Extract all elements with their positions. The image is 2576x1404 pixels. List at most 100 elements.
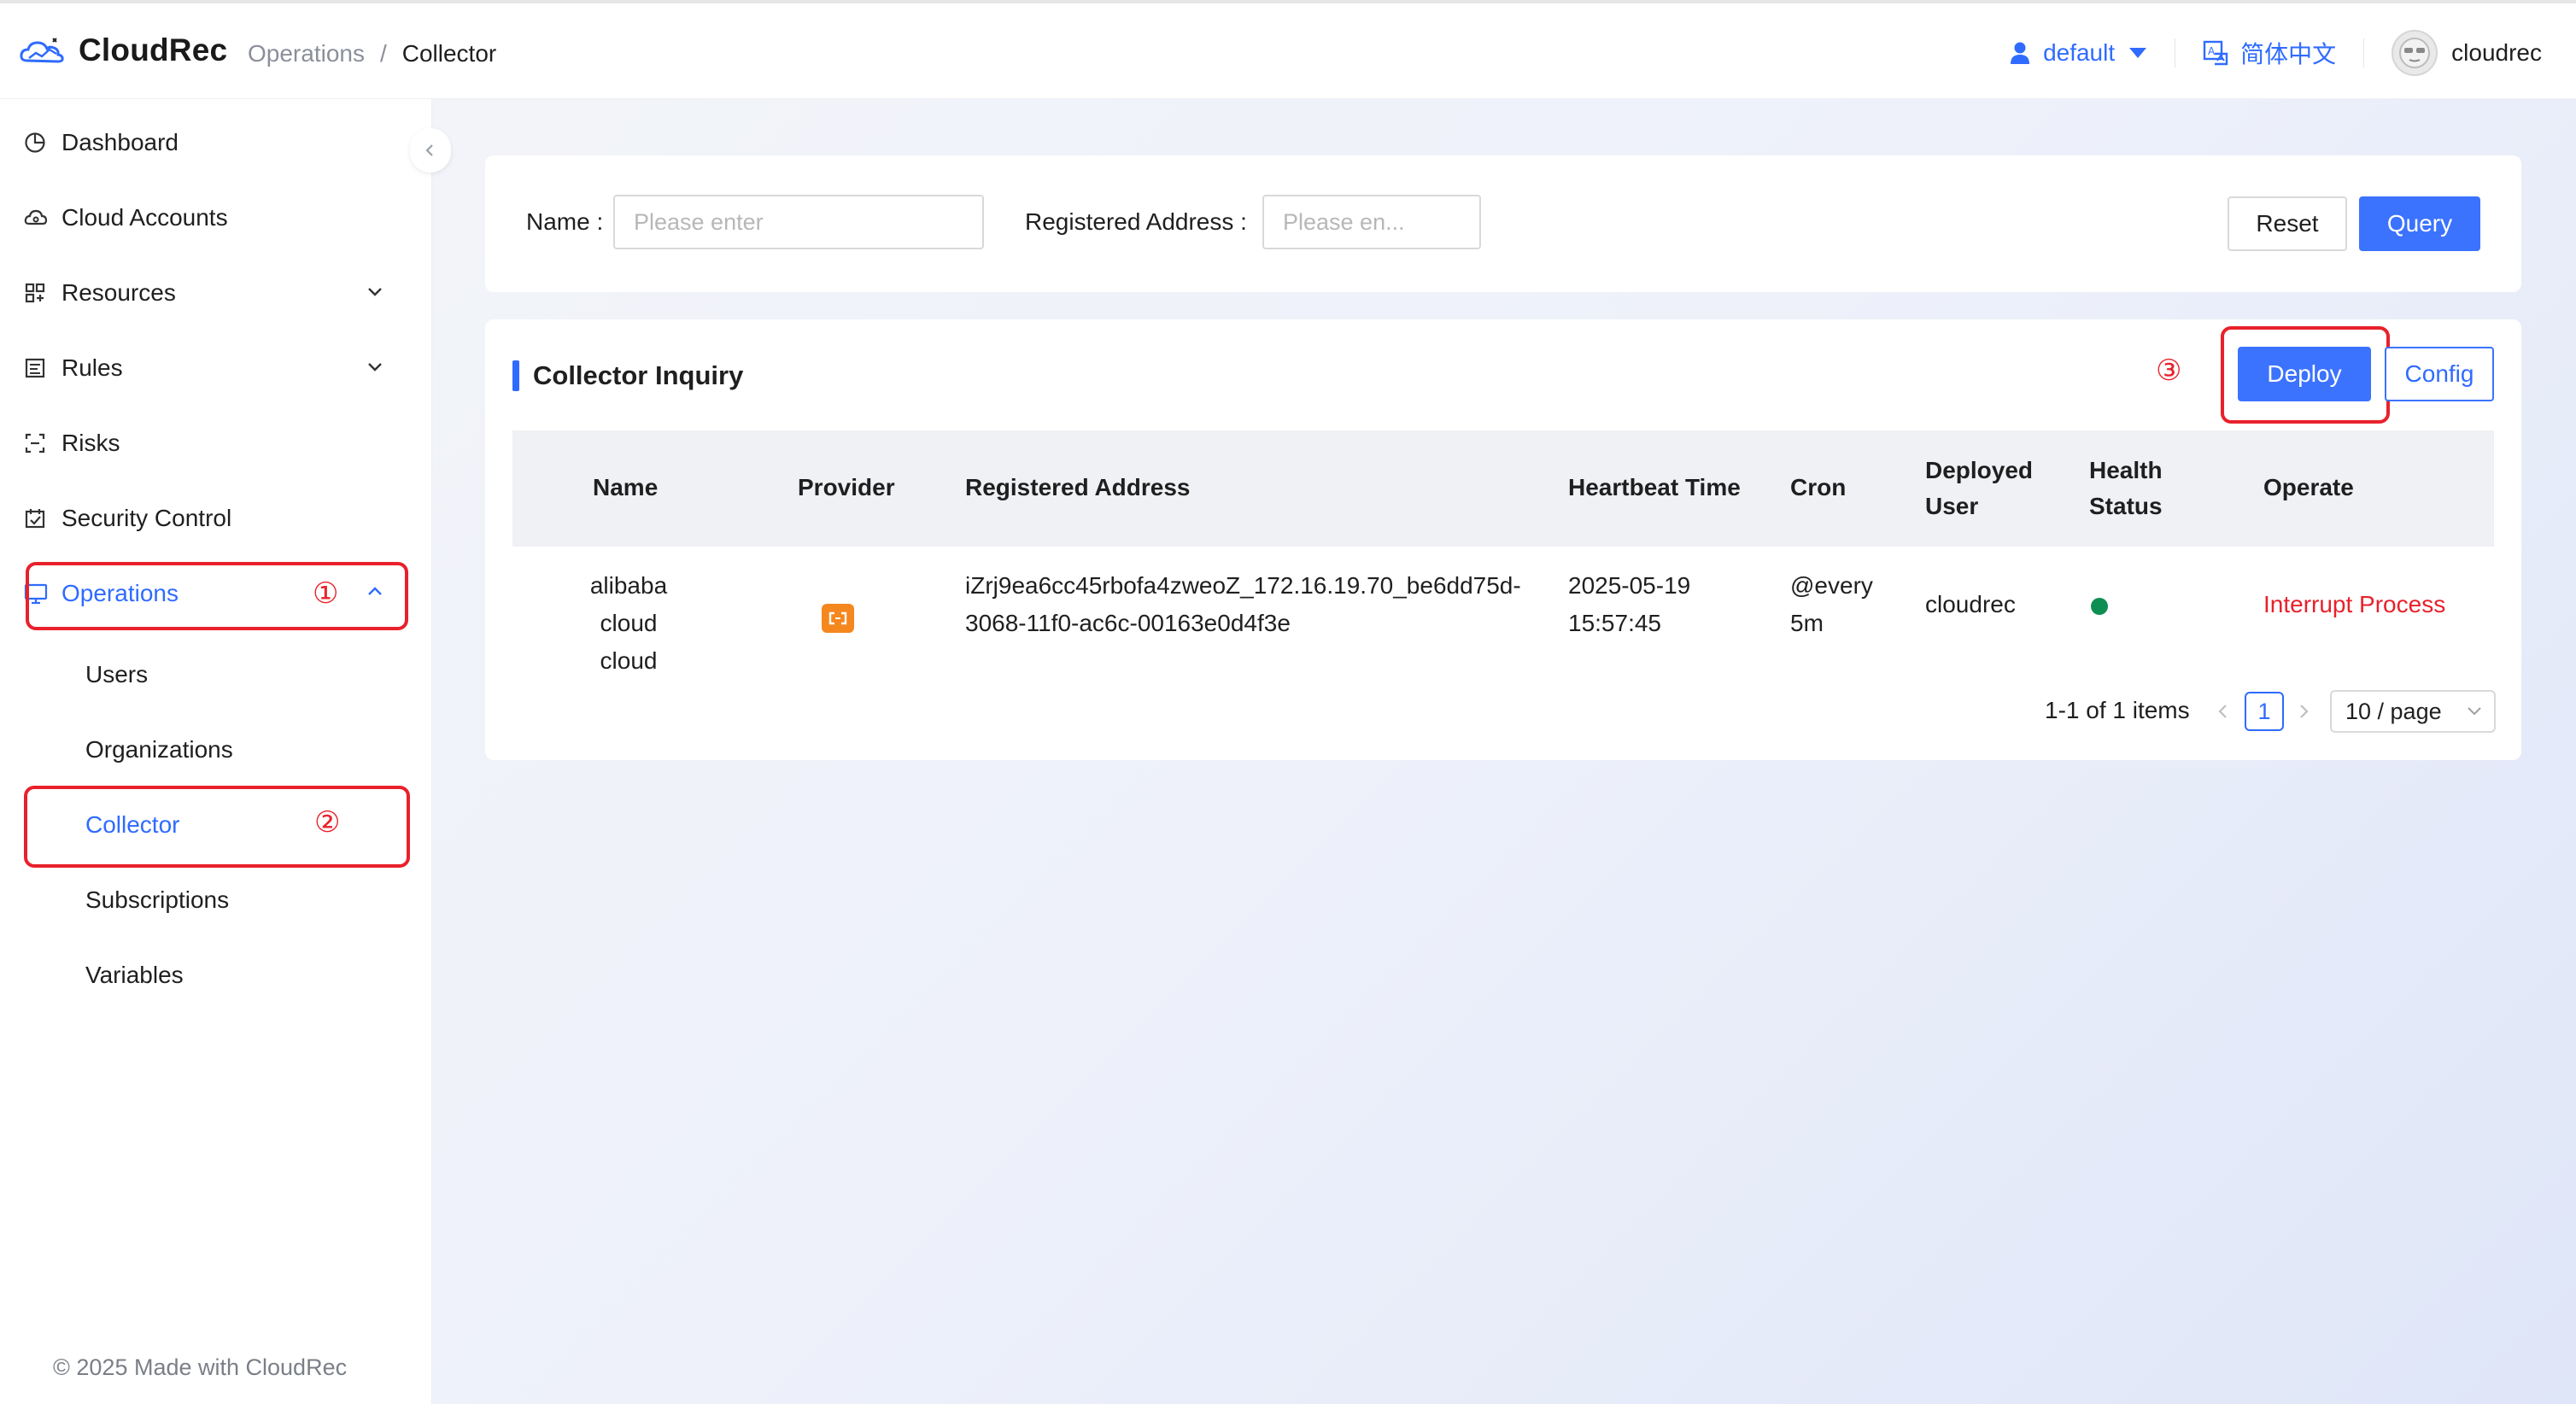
cell-name: alibaba cloud cloud [560,567,697,680]
sidebar-subitem-organizations[interactable]: Organizations [85,723,233,776]
name-label: Name : [526,208,603,236]
breadcrumb-current: Collector [401,40,497,67]
cell-heartbeat-l1: 2025-05-19 [1568,572,1691,599]
footer-copyright: © 2025 Made with CloudRec [53,1354,348,1380]
sidebar-subitem-variables[interactable]: Variables [85,949,184,1002]
sidebar-item-cloud-accounts[interactable]: Cloud Accounts [24,191,408,244]
registered-address-input[interactable]: Please en... [1262,195,1481,249]
header-divider-2 [2363,38,2365,67]
table-header: Name Provider Registered Address Heartbe… [512,430,2494,547]
sidebar-subitem-users[interactable]: Users [85,648,148,701]
title-accent-bar [512,360,519,391]
caret-down-icon [2129,48,2147,58]
name-input[interactable]: Please enter [613,195,984,249]
pagination-page-1[interactable]: 1 [2245,692,2284,731]
query-button[interactable]: Query [2359,196,2480,251]
svg-text:A: A [2208,45,2216,57]
config-button[interactable]: Config [2385,347,2494,401]
address-label: Registered Address : [1025,208,1247,236]
name-label-text: Name [526,208,590,235]
tenant-selector[interactable]: default [2009,39,2147,67]
chevron-left-icon [425,144,433,156]
breadcrumb: Operations / Collector [248,40,496,67]
translate-icon: A [2203,40,2228,66]
cell-name-l1: alibaba cloud [589,572,668,636]
name-input-placeholder: Please enter [634,208,764,235]
sidebar-subitem-label: Organizations [85,736,233,763]
column-header-heartbeat-time: Heartbeat Time [1568,474,1741,500]
column-header-cron: Cron [1790,474,1847,500]
sidebar-item-label: Cloud Accounts [61,204,228,231]
sidebar-item-risks[interactable]: Risks [24,417,408,470]
sidebar-subitem-label: Variables [85,962,184,988]
name-label-colon: : [589,208,604,235]
cell-heartbeat-l2: 15:57:45 [1568,610,1661,636]
annotation-highlight-collector [24,786,410,868]
breadcrumb-parent[interactable]: Operations [248,40,365,67]
annotation-marker-1: ① [313,577,339,610]
user-name[interactable]: cloudrec [2451,39,2542,67]
cell-deployed-user: cloudrec [1925,591,2016,617]
collector-table-card: Collector Inquiry ③ Deploy Config Name P… [485,319,2521,760]
address-label-text: Registered Address [1025,208,1234,235]
main-content: Name : Please enter Registered Address :… [432,99,2576,1404]
user-icon [2011,42,2030,64]
address-label-colon: : [1233,208,1247,235]
sidebar-item-security-control[interactable]: Security Control [24,492,408,545]
sidebar-item-label: Risks [61,430,120,456]
alibaba-cloud-icon [822,604,854,633]
sidebar-subitem-label: Users [85,661,149,687]
top-header: CloudRec Operations / Collector default … [0,0,2576,99]
column-header-registered-address: Registered Address [965,474,1191,500]
sidebar-subitem-subscriptions[interactable]: Subscriptions [85,874,229,927]
sidebar-item-label: Resources [61,279,176,306]
reset-button[interactable]: Reset [2228,196,2347,251]
rules-icon [24,357,53,379]
app-logo[interactable]: CloudRec [19,32,227,68]
column-header-deployed-user: Deployed User [1925,453,2033,524]
chevron-down-icon [2468,707,2481,716]
sidebar-item-resources[interactable]: Resources [24,266,408,319]
cloud-icon [24,208,53,228]
risks-icon [24,432,53,454]
cell-heartbeat-time: 2025-05-19 15:57:45 [1568,567,1690,642]
column-header-name: Name [593,474,659,500]
interrupt-process-link[interactable]: Interrupt Process [2263,586,2445,623]
language-label: 简体中文 [2240,41,2337,67]
page-size-value: 10 / page [2345,698,2442,724]
annotation-marker-2: ② [314,806,341,839]
sidebar-item-rules[interactable]: Rules [24,342,408,395]
address-input-placeholder: Please en... [1283,208,1405,235]
header-actions: default A 简体中文 cloudrec [2009,26,2542,80]
card-title: Collector Inquiry [533,360,744,390]
chevron-down-icon [368,288,382,296]
column-header-provider: Provider [798,474,895,500]
column-header-operate: Operate [2263,474,2354,500]
column-header-health-status-l2: Status [2089,493,2163,519]
sidebar-collapse-button[interactable] [410,128,451,173]
sidebar-item-label: Rules [61,354,123,381]
chevron-right-icon[interactable] [2296,702,2311,721]
cell-cron: @every 5m [1790,567,1873,642]
sidebar-item-label: Security Control [61,505,232,531]
health-status-dot [2091,598,2108,615]
avatar[interactable] [2392,30,2438,76]
column-header-health-status-l1: Health [2089,457,2163,483]
sidebar-item-dashboard[interactable]: Dashboard [24,116,408,169]
pagination-summary: 1-1 of 1 items [2045,697,2190,723]
deploy-button[interactable]: Deploy [2238,347,2371,401]
cell-cron-l1: @every [1790,572,1873,599]
language-switcher[interactable]: A 简体中文 [2203,36,2336,70]
app-name: CloudRec [79,32,228,67]
column-header-health-status: Health Status [2089,453,2163,524]
annotation-marker-3: ③ [2156,354,2182,387]
resources-icon [24,282,53,304]
chevron-left-icon[interactable] [2216,702,2231,721]
cell-address-l2: 3068-11f0-ac6c-00163e0d4f3e [965,610,1291,636]
page-size-select[interactable]: 10 / page [2330,690,2496,733]
security-icon [24,507,53,529]
tenant-name: default [2043,39,2116,66]
avatar-face-icon [2399,38,2431,68]
dashboard-icon [24,132,53,154]
annotation-highlight-operations [26,562,408,630]
